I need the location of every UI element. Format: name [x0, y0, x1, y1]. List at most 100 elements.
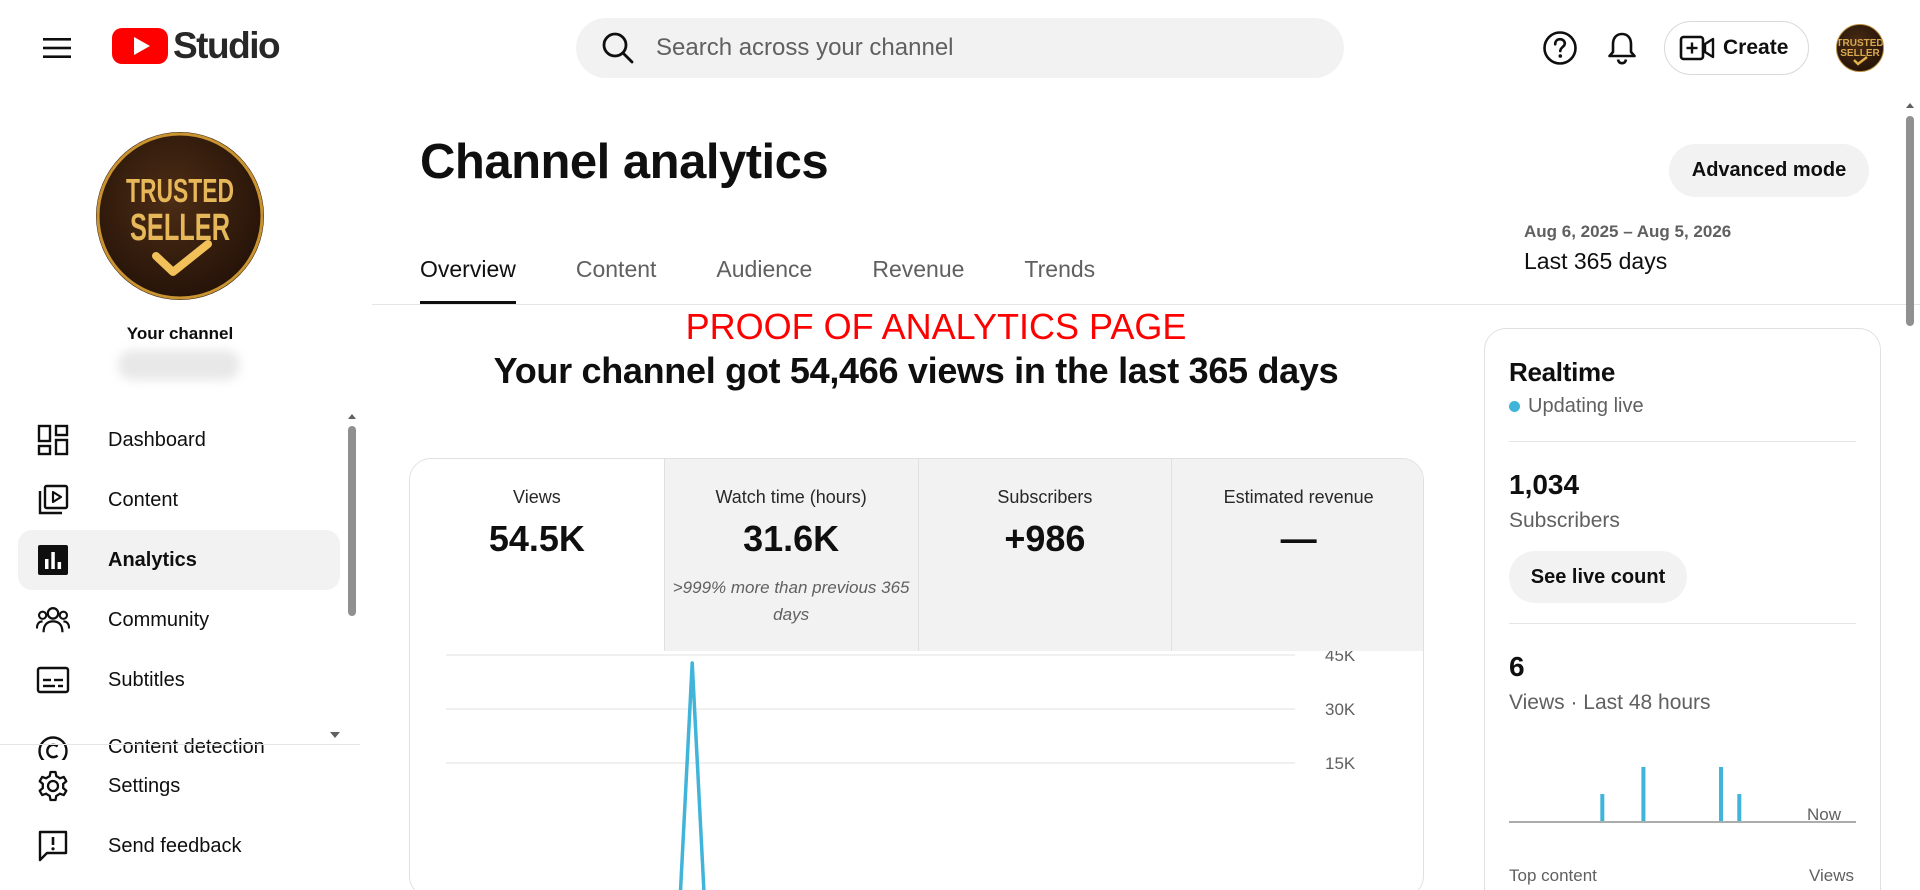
metric-value: — [1280, 518, 1317, 559]
subtitles-icon [36, 663, 70, 697]
content-icon [36, 483, 70, 517]
sidebar-scroll-up[interactable] [348, 414, 356, 419]
proof-caption: PROOF OF ANALYTICS PAGE [685, 306, 1187, 347]
see-live-count-button[interactable]: See live count [1509, 551, 1687, 603]
realtime-title: Realtime [1509, 357, 1615, 387]
metric-value: +986 [1004, 518, 1086, 559]
search-input[interactable] [656, 34, 1296, 62]
realtime-views-label: Views · Last 48 hours [1509, 691, 1711, 714]
channel-avatar[interactable]: TRUSTED SELLER [96, 132, 264, 300]
chart-y-tick-label: 45K [1325, 651, 1356, 665]
search-bar[interactable] [576, 18, 1344, 78]
sidebar-item-subtitles[interactable]: Subtitles [18, 650, 340, 710]
realtime-bar[interactable] [1719, 767, 1724, 821]
metrics-card: Views 54.5K Watch time (hours) 31.6K >99… [409, 458, 1424, 890]
svg-text:SELLER: SELLER [130, 207, 230, 249]
metric-views[interactable]: Views 54.5K [410, 459, 664, 651]
tab-revenue[interactable]: Revenue [872, 250, 964, 304]
tab-trends[interactable]: Trends [1024, 250, 1095, 304]
notifications-icon[interactable] [1602, 28, 1642, 68]
sidebar-item-label: Subtitles [108, 668, 185, 691]
chart-y-tick-label: 30K [1325, 700, 1356, 719]
metric-value: 31.6K [743, 518, 840, 559]
studio-logo[interactable]: Studio [112, 25, 281, 66]
top-content-views-label: Views [1809, 866, 1855, 885]
menu-icon[interactable] [37, 28, 77, 68]
create-button[interactable]: Create [1664, 21, 1809, 75]
page-title: Channel analytics [420, 135, 829, 189]
top-bar: Studio Create TRUSTEDSELLER [0, 0, 1920, 96]
realtime-subscribers-label: Subscribers [1509, 509, 1620, 532]
chart-series-line[interactable] [446, 661, 706, 890]
metric-label: Watch time (hours) [715, 487, 867, 507]
views-chart[interactable]: 45K 30K 15K [410, 651, 1424, 890]
sidebar-item-settings[interactable]: Settings [18, 756, 340, 816]
tab-audience[interactable]: Audience [716, 250, 812, 304]
top-content-label: Top content [1509, 866, 1597, 885]
realtime-bar[interactable] [1641, 767, 1646, 821]
metric-estimated-revenue[interactable]: Estimated revenue — [1171, 459, 1423, 651]
logo-text: Studio [173, 25, 281, 66]
your-channel-label: Your channel [126, 324, 234, 343]
realtime-views-bar-chart[interactable] [1509, 729, 1856, 825]
tab-content[interactable]: Content [576, 250, 657, 304]
realtime-card: Realtime Updating live 1,034 Subscribers… [1484, 328, 1881, 890]
sidebar-nav: Dashboard Content Analytics Community Su… [18, 410, 340, 760]
date-range-text[interactable]: Aug 6, 2025 – Aug 5, 2026 [1524, 222, 1731, 242]
trusted-seller-badge-icon: TRUSTEDSELLER [1837, 38, 1883, 66]
sidebar: TRUSTED SELLER Your channel Dashboard Co… [0, 96, 360, 890]
trusted-seller-badge-icon: TRUSTED SELLER [96, 132, 264, 300]
sidebar-item-label: Dashboard [108, 428, 206, 451]
metric-watch-time[interactable]: Watch time (hours) 31.6K >999% more than… [663, 459, 918, 651]
sidebar-item-label: Settings [108, 774, 181, 797]
dashboard-icon [36, 423, 70, 457]
realtime-status: Updating live [1509, 395, 1644, 418]
metric-comparison-note: >999% more than previous 365 days [672, 578, 910, 624]
sidebar-item-community[interactable]: Community [18, 590, 340, 650]
tabs-divider [372, 304, 1920, 305]
views-headline: Your channel got 54,466 views in the las… [493, 350, 1339, 391]
youtube-play-icon [112, 28, 168, 64]
sidebar-item-content[interactable]: Content [18, 470, 340, 530]
realtime-bar[interactable] [1600, 794, 1605, 821]
advanced-mode-button[interactable]: Advanced mode [1669, 144, 1869, 197]
main-scroll-up[interactable] [1906, 103, 1914, 108]
help-icon[interactable] [1540, 28, 1580, 68]
main-scrollbar[interactable] [1906, 116, 1914, 326]
search-icon[interactable] [600, 30, 636, 66]
realtime-subscribers-value: 1,034 [1509, 469, 1580, 500]
date-range-label[interactable]: Last 365 days [1524, 248, 1667, 275]
realtime-divider [1509, 441, 1856, 442]
live-dot-icon [1509, 401, 1520, 412]
chart-y-tick-label: 15K [1325, 754, 1356, 773]
sidebar-item-label: Send feedback [108, 834, 242, 857]
svg-text:TRUSTED: TRUSTED [126, 172, 234, 209]
community-icon [36, 603, 70, 637]
metric-label: Estimated revenue [1223, 487, 1374, 507]
metric-subscribers[interactable]: Subscribers +986 [917, 459, 1172, 651]
sidebar-item-dashboard[interactable]: Dashboard [18, 410, 340, 470]
sidebar-item-label: Analytics [108, 548, 197, 571]
realtime-now-label: Now [1807, 805, 1842, 824]
sidebar-item-label: Community [108, 608, 210, 631]
gear-icon [36, 769, 70, 803]
create-label: Create [1723, 36, 1789, 59]
sidebar-divider [0, 744, 360, 745]
sidebar-scrollbar[interactable] [348, 426, 356, 616]
metric-label: Views [513, 487, 561, 507]
sidebar-item-analytics[interactable]: Analytics [18, 530, 340, 590]
sidebar-bottom-nav: Settings Send feedback [18, 756, 340, 876]
account-avatar[interactable]: TRUSTED SELLER [1836, 24, 1884, 72]
realtime-bar[interactable] [1737, 794, 1742, 821]
metric-value: 54.5K [488, 518, 585, 559]
feedback-icon [36, 829, 70, 863]
realtime-views-value: 6 [1509, 651, 1525, 682]
metric-label: Subscribers [997, 487, 1093, 507]
tab-overview[interactable]: Overview [420, 250, 516, 304]
sidebar-item-content-detection[interactable]: Content detection [18, 710, 340, 760]
analytics-tabs: Overview Content Audience Revenue Trends [420, 250, 1155, 304]
sidebar-item-label: Content [108, 488, 179, 511]
channel-name-blurred [118, 350, 240, 380]
chevron-down-icon[interactable] [330, 732, 340, 738]
sidebar-item-send-feedback[interactable]: Send feedback [18, 816, 340, 876]
